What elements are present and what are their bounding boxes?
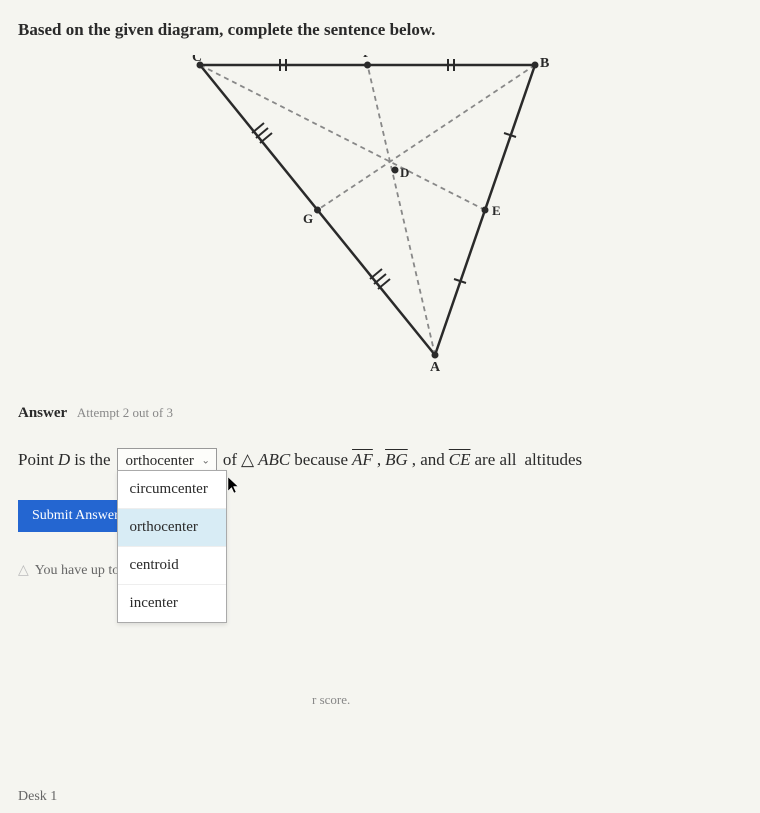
text-are-all: are all — [475, 450, 517, 470]
chevron-down-icon: ⌄ — [201, 456, 209, 467]
svg-text:A: A — [430, 360, 441, 375]
svg-text:G: G — [303, 211, 313, 226]
triangle-name: ABC — [258, 450, 290, 470]
dropdown-option-incenter[interactable]: incenter — [118, 585, 226, 622]
attempt-counter: Attempt 2 out of 3 — [77, 405, 173, 420]
dropdown-list: circumcenter orthocenter centroid incent… — [117, 470, 227, 623]
question-text: Based on the given diagram, complete the… — [18, 20, 742, 40]
svg-text:F: F — [363, 55, 371, 60]
segment-bg: BG — [385, 450, 408, 470]
segment-ce: CE — [449, 450, 471, 470]
text-is-the: is the — [74, 450, 110, 470]
triangle-diagram: C B A F G E D — [18, 55, 742, 375]
svg-text:E: E — [492, 203, 501, 218]
dropdown-wrap: orthocenter ⌄ circumcenter orthocenter c… — [117, 450, 217, 470]
last-word-slot[interactable]: altitudes — [525, 450, 583, 470]
submit-answer-button[interactable]: Submit Answer — [18, 500, 133, 532]
text-prefix: Point — [18, 450, 54, 470]
point-name: D — [58, 450, 70, 470]
dropdown-option-centroid[interactable]: centroid — [118, 547, 226, 585]
triangle-outline-icon: △ — [18, 562, 29, 579]
bottom-label: Desk 1 — [18, 789, 57, 805]
dropdown-option-circumcenter[interactable]: circumcenter — [118, 471, 226, 509]
text-because: because — [294, 450, 348, 470]
answer-header: Answer Attempt 2 out of 3 — [18, 405, 742, 422]
dropdown-selected-value: orthocenter — [126, 453, 194, 469]
svg-text:B: B — [540, 56, 549, 71]
triangle-symbol: △ — [241, 450, 254, 470]
text-and: , and — [412, 450, 445, 470]
answer-label-bold: Answer — [18, 405, 67, 421]
segment-af: AF — [352, 450, 373, 470]
dropdown-option-orthocenter[interactable]: orthocenter — [118, 509, 226, 547]
comma1: , — [377, 450, 381, 470]
score-fragment: r score. — [312, 692, 350, 708]
sentence-row: Point D is the orthocenter ⌄ circumcente… — [18, 450, 742, 470]
svg-text:D: D — [400, 165, 409, 180]
svg-text:C: C — [192, 55, 202, 65]
cursor-icon — [227, 476, 243, 496]
text-of: of — [223, 450, 237, 470]
